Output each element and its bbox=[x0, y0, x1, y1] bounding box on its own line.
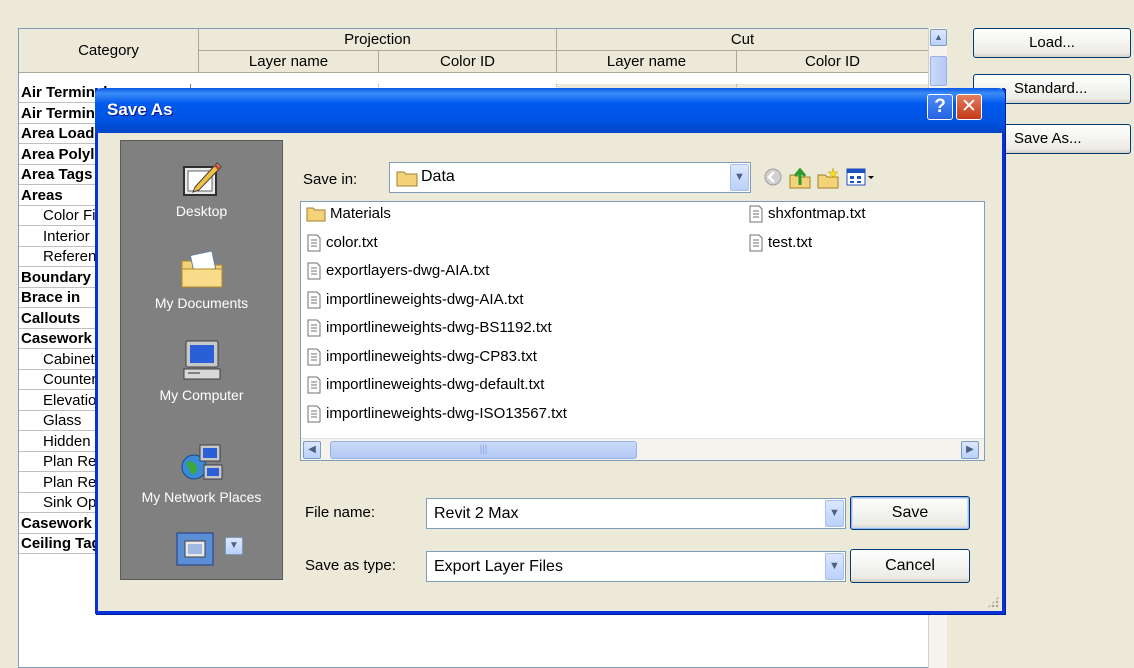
dialog-titlebar[interactable]: Save As ? ✕ bbox=[95, 88, 1005, 133]
file-item[interactable]: test.txt bbox=[748, 232, 812, 254]
desktop-icon bbox=[182, 162, 222, 196]
chevron-down-icon[interactable]: ▼ bbox=[730, 164, 749, 191]
scroll-thumb[interactable] bbox=[930, 56, 947, 86]
load-button[interactable]: Load... bbox=[973, 28, 1131, 58]
places-scroll-down-button[interactable]: ▼ bbox=[225, 537, 243, 555]
text-file-icon bbox=[307, 291, 321, 308]
file-name-label: File name: bbox=[305, 504, 376, 521]
up-one-level-icon[interactable] bbox=[788, 167, 812, 189]
file-name-value: Revit 2 Max bbox=[434, 505, 519, 522]
scroll-right-button[interactable]: ▶ bbox=[961, 441, 979, 459]
my-computer-icon bbox=[183, 340, 220, 380]
file-item[interactable]: importlineweights-dwg-BS1192.txt bbox=[306, 317, 552, 339]
file-item[interactable]: Materials bbox=[306, 203, 391, 225]
my-network-places-icon bbox=[181, 444, 222, 480]
file-name: importlineweights-dwg-ISO13567.txt bbox=[326, 404, 567, 422]
file-name: Materials bbox=[330, 205, 391, 222]
file-list-hscrollbar[interactable]: ◀ ||| ▶ bbox=[301, 438, 984, 460]
cancel-button[interactable]: Cancel bbox=[850, 549, 970, 583]
save-button[interactable]: Save bbox=[850, 496, 970, 530]
file-name: test.txt bbox=[768, 233, 813, 251]
place-label: My Computer bbox=[159, 387, 244, 403]
text-file-icon bbox=[307, 234, 321, 251]
text-file-icon bbox=[749, 234, 763, 251]
place-my-network-places[interactable]: My Network Places bbox=[121, 441, 282, 505]
file-name-field[interactable]: Revit 2 Max ▼ bbox=[426, 498, 846, 529]
scroll-left-button[interactable]: ◀ bbox=[303, 441, 321, 459]
projection-header: Projection bbox=[199, 29, 557, 51]
folder-icon bbox=[306, 207, 326, 222]
my-documents-icon bbox=[181, 250, 222, 288]
places-more: ▼ bbox=[121, 497, 282, 581]
cut-header: Cut bbox=[557, 29, 929, 51]
projection-layer-name-header[interactable]: Layer name bbox=[199, 51, 379, 73]
place-my-documents[interactable]: My Documents bbox=[121, 249, 282, 311]
place-label: Desktop bbox=[175, 203, 228, 219]
save-in-label: Save in: bbox=[303, 171, 358, 188]
text-file-icon bbox=[307, 262, 321, 280]
projection-color-id-header[interactable]: Color ID bbox=[379, 51, 557, 73]
file-item[interactable]: importlineweights-dwg-CP83.txt bbox=[306, 346, 537, 368]
place-label: My Documents bbox=[154, 295, 249, 311]
text-file-icon bbox=[307, 405, 321, 422]
view-menu-icon[interactable] bbox=[846, 167, 876, 187]
back-icon[interactable] bbox=[763, 167, 783, 187]
chevron-down-icon[interactable]: ▼ bbox=[825, 500, 844, 527]
place-desktop[interactable]: Desktop bbox=[121, 159, 282, 219]
file-name: exportlayers-dwg-AIA.txt bbox=[326, 262, 490, 279]
cut-layer-name-header[interactable]: Layer name bbox=[557, 51, 737, 73]
file-name: color.txt bbox=[326, 233, 378, 251]
file-name: importlineweights-dwg-CP83.txt bbox=[326, 347, 537, 365]
file-item[interactable]: color.txt bbox=[306, 232, 378, 254]
category-header[interactable]: Category bbox=[19, 29, 199, 73]
chevron-down-icon[interactable]: ▼ bbox=[825, 553, 844, 580]
file-name: shxfontmap.txt bbox=[768, 205, 866, 222]
file-item[interactable]: exportlayers-dwg-AIA.txt bbox=[306, 260, 489, 282]
places-extra-icon[interactable] bbox=[176, 527, 214, 567]
close-button[interactable]: ✕ bbox=[956, 94, 982, 120]
file-item[interactable]: importlineweights-dwg-ISO13567.txt bbox=[306, 403, 567, 425]
dialog-title: Save As bbox=[107, 100, 173, 119]
scroll-up-button[interactable]: ▲ bbox=[930, 29, 947, 46]
scroll-thumb[interactable]: ||| bbox=[330, 441, 637, 459]
file-item[interactable]: importlineweights-dwg-AIA.txt bbox=[306, 289, 524, 311]
place-my-computer[interactable]: My Computer bbox=[121, 339, 282, 403]
text-file-icon bbox=[307, 319, 321, 337]
save-as-type-value: Export Layer Files bbox=[434, 558, 563, 575]
text-file-icon bbox=[307, 348, 321, 365]
help-button[interactable]: ? bbox=[927, 94, 953, 120]
file-item[interactable]: shxfontmap.txt bbox=[748, 203, 866, 225]
resize-grip[interactable] bbox=[987, 596, 999, 608]
save-as-type-label: Save as type: bbox=[305, 557, 396, 574]
save-in-dropdown[interactable]: Data ▼ bbox=[389, 162, 751, 193]
save-as-dialog: Save As ? ✕ Desktop My Documents My Comp… bbox=[95, 88, 1005, 614]
save-in-value: Data bbox=[421, 168, 455, 185]
text-file-icon bbox=[749, 205, 763, 223]
file-name: importlineweights-dwg-default.txt bbox=[326, 376, 545, 393]
new-folder-icon[interactable] bbox=[816, 167, 840, 189]
cut-color-id-header[interactable]: Color ID bbox=[737, 51, 929, 73]
folder-icon bbox=[396, 171, 418, 187]
file-item[interactable]: importlineweights-dwg-default.txt bbox=[306, 374, 544, 396]
file-list[interactable]: Materials color.txt exportlayers-dwg-AIA.t… bbox=[300, 201, 985, 461]
file-name: importlineweights-dwg-BS1192.txt bbox=[326, 319, 552, 336]
save-as-type-dropdown[interactable]: Export Layer Files ▼ bbox=[426, 551, 846, 582]
file-name: importlineweights-dwg-AIA.txt bbox=[326, 290, 524, 308]
text-file-icon bbox=[307, 376, 321, 394]
places-bar: Desktop My Documents My Computer My Netw… bbox=[120, 140, 283, 580]
